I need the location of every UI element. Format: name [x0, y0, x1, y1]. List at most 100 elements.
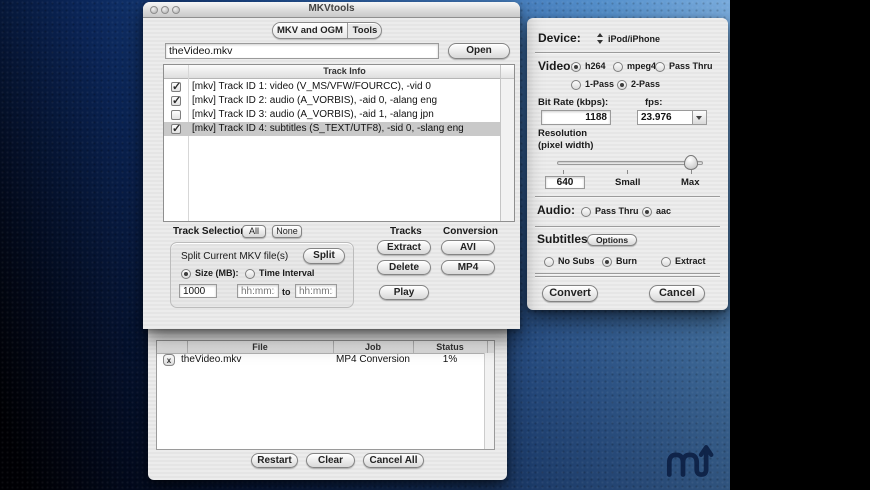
macupdate-mu-logo-icon: [663, 442, 715, 478]
extract-subs-radio[interactable]: Extract: [661, 256, 706, 267]
mp4-button[interactable]: MP4: [441, 260, 495, 275]
play-button[interactable]: Play: [379, 285, 429, 300]
select-all-button[interactable]: All: [242, 225, 266, 238]
track-row-4-selected[interactable]: [mkv] Track ID 4: subtitles (S_TEXT/UTF8…: [164, 122, 502, 136]
restart-button[interactable]: Restart: [251, 453, 298, 468]
codec-h264-radio[interactable]: h264: [571, 61, 606, 72]
conversion-settings-panel: Device: iPod/iPhone Video: h264 mpeg4 Pa…: [527, 18, 728, 310]
extract-subs-radio-icon: [661, 257, 671, 267]
subtitles-label: Subtitles: [537, 232, 588, 246]
track-list: Track Info [mkv] Track ID 1: video (V_MS…: [163, 64, 515, 222]
column-header-job[interactable]: Job: [333, 342, 413, 352]
fps-label: fps:: [645, 97, 662, 108]
select-none-button[interactable]: None: [272, 225, 302, 238]
mkvtools-main-window: MKVtools MKV and OGM Tools Open Track In…: [143, 2, 520, 329]
cancel-all-button[interactable]: Cancel All: [363, 453, 424, 468]
track-row-1[interactable]: [mkv] Track ID 1: video (V_MS/VFW/FOURCC…: [164, 80, 502, 94]
queue-scrollbar[interactable]: [484, 353, 494, 449]
time-from-input[interactable]: [237, 284, 279, 298]
aac-radio-icon: [642, 207, 652, 217]
slider-small-label: Small: [615, 177, 640, 188]
dropdown-arrow-icon[interactable]: [692, 111, 706, 124]
device-label: Device:: [538, 31, 581, 45]
queue-job-type: MP4 Conversion: [333, 354, 413, 365]
queue-file-name: theVideo.mkv: [181, 354, 241, 365]
subtitle-options-button[interactable]: Options: [587, 234, 637, 246]
time-radio-icon: [245, 269, 255, 279]
conversion-group-label: Conversion: [443, 226, 498, 237]
clear-button[interactable]: Clear: [306, 453, 355, 468]
h264-radio-icon: [571, 62, 581, 72]
track-list-header: Track Info: [164, 65, 514, 79]
time-to-input[interactable]: [295, 284, 337, 298]
mpeg4-radio-icon: [613, 62, 623, 72]
codec-mpeg4-radio[interactable]: mpeg4: [613, 61, 656, 72]
track-4-label: [mkv] Track ID 4: subtitles (S_TEXT/UTF8…: [192, 123, 464, 134]
size-radio-icon: [181, 269, 191, 279]
column-header-file[interactable]: File: [187, 342, 333, 352]
cancel-button[interactable]: Cancel: [649, 285, 705, 302]
fps-value: 23.976: [641, 112, 672, 123]
video-passthru-radio-icon: [655, 62, 665, 72]
audio-label: Audio:: [537, 203, 575, 217]
delete-button[interactable]: Delete: [377, 260, 431, 275]
cancel-job-button[interactable]: x: [163, 354, 175, 366]
extract-button[interactable]: Extract: [377, 240, 431, 255]
burn-subs-radio[interactable]: Burn: [602, 256, 637, 267]
tracks-group-label: Tracks: [390, 226, 422, 237]
slider-thumb[interactable]: [684, 155, 698, 170]
two-pass-radio-icon: [617, 80, 627, 90]
resolution-label-line1: Resolution: [538, 128, 587, 139]
track-selection-label: Track Selection:: [173, 226, 250, 237]
bitrate-input[interactable]: [541, 110, 611, 125]
split-group-title: Split Current MKV file(s): [181, 251, 288, 262]
resolution-label-line2: (pixel width): [538, 140, 593, 151]
resolution-slider[interactable]: [557, 154, 703, 176]
window-title: MKVtools: [143, 3, 520, 14]
track-list-scrollbar[interactable]: [500, 65, 514, 221]
video-label: Video:: [538, 59, 574, 73]
tab-control: MKV and OGM Tools: [272, 22, 382, 39]
track-3-label: [mkv] Track ID 3: audio (A_VORBIS), -aid…: [192, 109, 434, 120]
track-3-checkbox[interactable]: [171, 110, 181, 120]
column-header-status[interactable]: Status: [413, 342, 487, 352]
slider-max-label: Max: [681, 177, 699, 188]
tab-tools[interactable]: Tools: [348, 23, 382, 38]
no-subs-radio-icon: [544, 257, 554, 267]
avi-button[interactable]: AVI: [441, 240, 495, 255]
track-row-3[interactable]: [mkv] Track ID 3: audio (A_VORBIS), -aid…: [164, 108, 502, 122]
queue-window: File Job Status x theVideo.mkv MP4 Conve…: [148, 322, 507, 480]
split-by-size-radio[interactable]: Size (MB):: [181, 268, 239, 279]
resolution-width-input[interactable]: [545, 176, 585, 189]
job-queue-table: File Job Status x theVideo.mkv MP4 Conve…: [156, 340, 495, 450]
track-row-2[interactable]: [mkv] Track ID 2: audio (A_VORBIS), -aid…: [164, 94, 502, 108]
convert-button[interactable]: Convert: [542, 285, 598, 302]
tab-mkv-and-ogm[interactable]: MKV and OGM: [273, 23, 348, 38]
two-pass-radio[interactable]: 2-Pass: [617, 79, 660, 90]
to-label: to: [282, 287, 291, 297]
title-bar[interactable]: MKVtools: [143, 2, 520, 18]
one-pass-radio-icon: [571, 80, 581, 90]
split-button[interactable]: Split: [303, 248, 345, 264]
queue-job-status: 1%: [413, 354, 487, 365]
audio-aac-radio[interactable]: aac: [642, 206, 671, 217]
no-subs-radio[interactable]: No Subs: [544, 256, 595, 267]
split-by-time-radio[interactable]: Time Interval: [245, 268, 314, 279]
track-1-checkbox[interactable]: [171, 82, 181, 92]
device-stepper-icon[interactable]: [597, 33, 604, 44]
track-4-checkbox[interactable]: [171, 124, 181, 134]
slider-track[interactable]: [557, 161, 703, 165]
open-button[interactable]: Open: [448, 43, 510, 59]
track-2-label: [mkv] Track ID 2: audio (A_VORBIS), -aid…: [192, 95, 437, 106]
track-1-label: [mkv] Track ID 1: video (V_MS/VFW/FOURCC…: [192, 81, 431, 92]
one-pass-radio[interactable]: 1-Pass: [571, 79, 614, 90]
audio-passthru-radio[interactable]: Pass Thru: [581, 206, 639, 217]
codec-passthru-radio[interactable]: Pass Thru: [655, 61, 713, 72]
queue-row[interactable]: x theVideo.mkv MP4 Conversion 1%: [157, 353, 485, 367]
file-path-input[interactable]: [165, 43, 439, 59]
split-size-input[interactable]: [179, 284, 217, 298]
fps-dropdown[interactable]: 23.976: [637, 110, 707, 125]
device-value[interactable]: iPod/iPhone: [608, 34, 660, 44]
track-2-checkbox[interactable]: [171, 96, 181, 106]
burn-radio-icon: [602, 257, 612, 267]
